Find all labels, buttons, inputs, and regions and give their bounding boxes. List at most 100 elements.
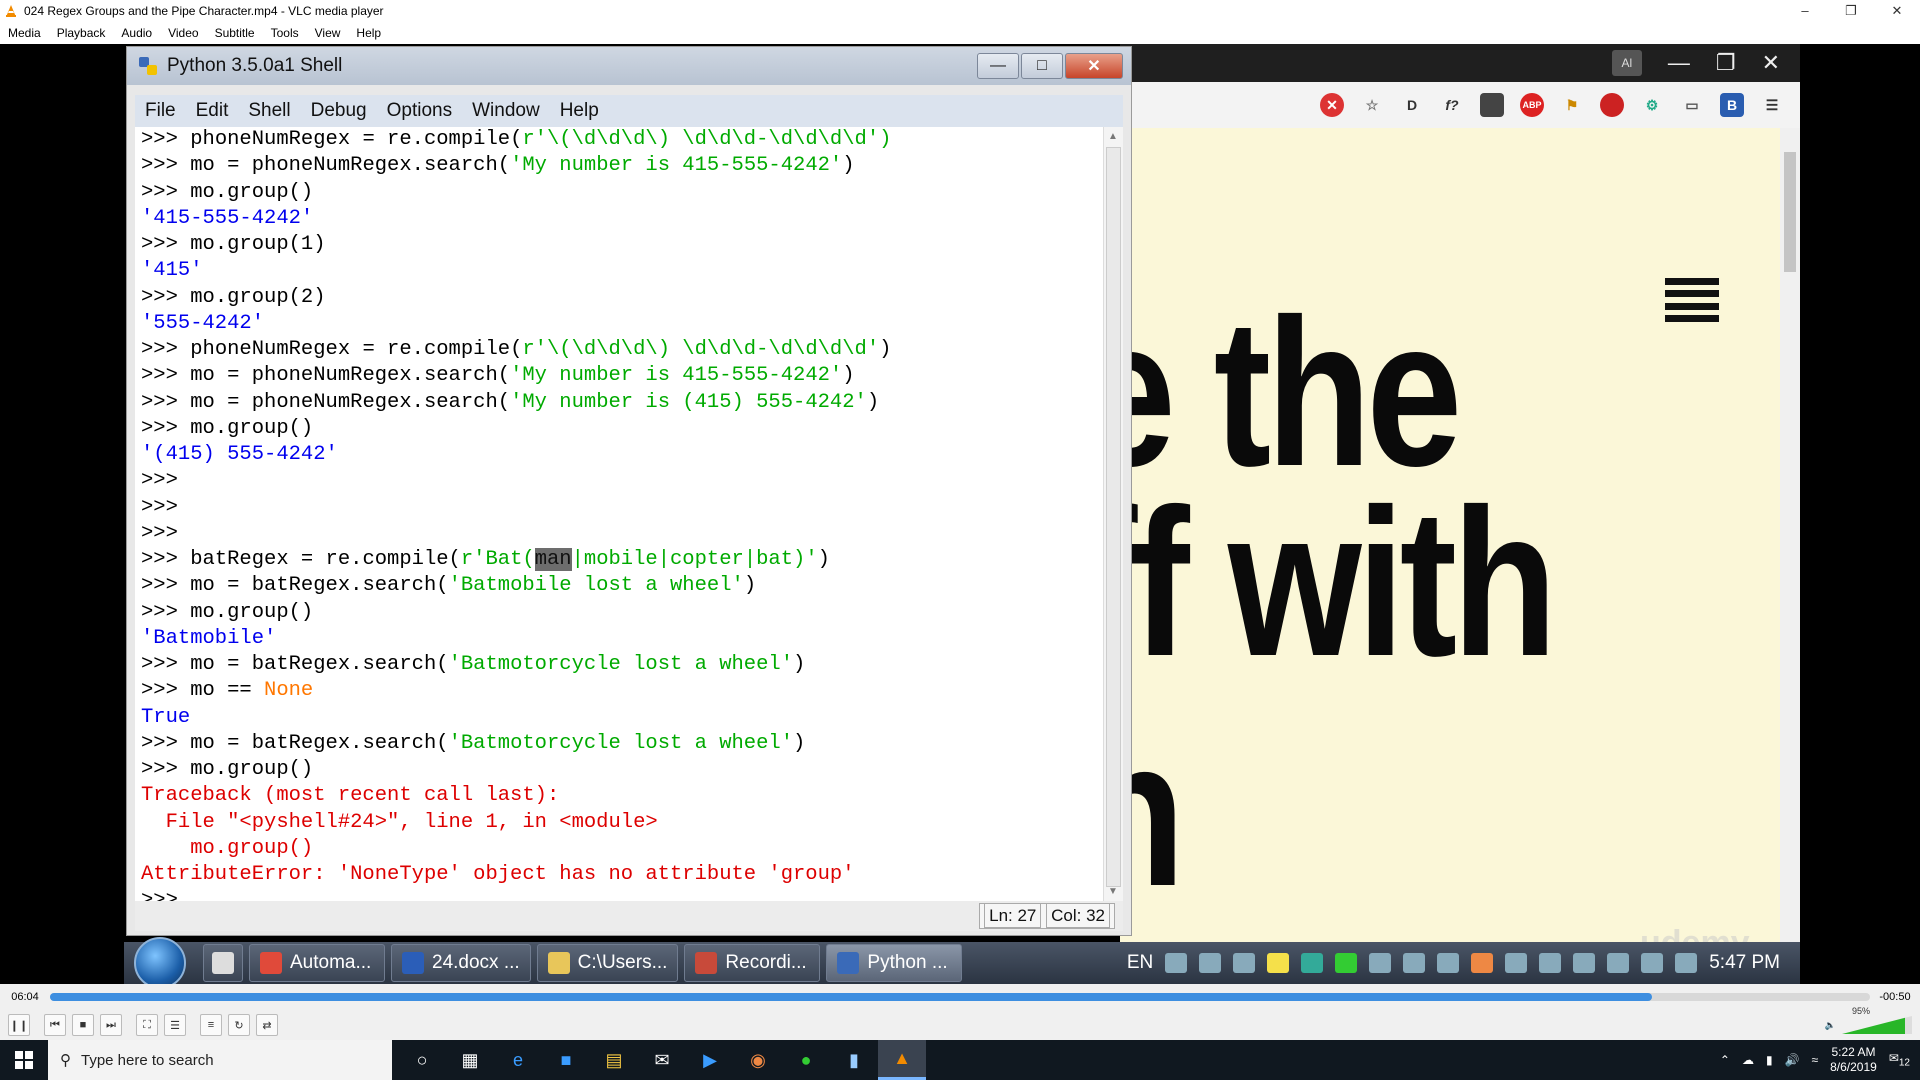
volume-slider[interactable]: [1842, 1016, 1912, 1034]
minimize-button[interactable]: –: [1782, 3, 1828, 19]
shell-line: >>> mo = batRegex.search('Batmotorcycle …: [141, 653, 806, 676]
shell-line: AttributeError: 'NoneType' object has no…: [141, 863, 855, 886]
shell-editor[interactable]: >>> phoneNumRegex = re.compile(r'\(\d\d\…: [135, 127, 1103, 901]
idle-menu-bar: File Edit Shell Debug Options Window Hel…: [135, 95, 1123, 127]
shell-line: >>> mo.group(1): [141, 233, 326, 256]
previous-button[interactable]: ⏮: [44, 1014, 66, 1036]
profile-avatar: Al: [1611, 50, 1642, 76]
shell-line: >>>: [141, 495, 178, 519]
adblock-icon: ABP: [1520, 93, 1544, 117]
stop-icon: ✕: [1320, 93, 1344, 117]
shell-line: '555-4242': [141, 311, 265, 335]
store-icon[interactable]: ■: [542, 1040, 590, 1080]
vlc-taskbar-icon[interactable]: ▲: [878, 1040, 926, 1080]
idle-title-bar: Python 3.5.0a1 Shell — □ ✕: [127, 47, 1131, 85]
idle-menu-window[interactable]: Window: [462, 100, 550, 122]
recorder-icon: [695, 952, 718, 974]
chrome-icon[interactable]: ◉: [734, 1040, 782, 1080]
speaker-icon[interactable]: 🔊: [1785, 1053, 1800, 1067]
app-icon[interactable]: ▮: [830, 1040, 878, 1080]
start-button[interactable]: [0, 1040, 48, 1080]
shell-line: File "<pyshell#24>", line 1, in <module>: [141, 810, 658, 834]
idle-minimize-button[interactable]: —: [977, 53, 1019, 79]
file-explorer-icon[interactable]: ▤: [590, 1040, 638, 1080]
menu-help[interactable]: Help: [348, 26, 389, 40]
loop-button[interactable]: ↻: [228, 1014, 250, 1036]
menu-view[interactable]: View: [307, 26, 349, 40]
calculator-taskbar-icon: [203, 944, 243, 982]
stop-button[interactable]: ■: [72, 1014, 94, 1036]
idle-menu-edit[interactable]: Edit: [186, 100, 239, 122]
vlc-seek-area: 06:04 -00:50: [0, 984, 1920, 1010]
restore-button[interactable]: ❐: [1828, 3, 1874, 19]
playlist-button[interactable]: ≡: [200, 1014, 222, 1036]
battery-icon[interactable]: ▮: [1766, 1053, 1773, 1067]
extension-blue-icon: B: [1720, 93, 1744, 117]
utorrent-icon[interactable]: ●: [782, 1040, 830, 1080]
extension-gear-icon: ⚙: [1645, 96, 1659, 113]
extension-red-icon: [1600, 93, 1624, 117]
inner-task: Recordi...: [684, 944, 821, 982]
tray-icon: [1505, 953, 1528, 973]
shell-line: >>> mo == None: [141, 679, 314, 703]
seek-slider[interactable]: [50, 993, 1870, 1001]
shell-line: >>>: [141, 889, 178, 901]
vscode-icon[interactable]: ▶: [686, 1040, 734, 1080]
system-tray: ⌃ ☁ ▮ 🔊 ≈ 5:22 AM 8/6/2019 ✉12: [1720, 1045, 1920, 1075]
idle-window-title: Python 3.5.0a1 Shell: [167, 55, 343, 76]
shell-scrollbar[interactable]: ▲ ▼: [1103, 127, 1123, 901]
taskbar-search-box[interactable]: ⚲ Type here to search: [48, 1040, 392, 1080]
word-icon: [402, 952, 424, 974]
tray-icon: [1369, 953, 1392, 973]
extension-flag-icon: ⚑: [1565, 96, 1579, 113]
idle-menu-shell[interactable]: Shell: [238, 100, 300, 122]
shell-line: >>>: [141, 469, 178, 493]
cortana-icon[interactable]: ○: [398, 1040, 446, 1080]
notifications-icon[interactable]: ✉12: [1889, 1051, 1910, 1068]
shell-line: >>> phoneNumRegex = re.compile(r'\(\d\d\…: [141, 338, 892, 361]
taskbar-apps: ○ ▦ e ■ ▤ ✉ ▶ ◉ ● ▮ ▲: [398, 1040, 926, 1080]
mail-icon[interactable]: ✉: [638, 1040, 686, 1080]
wifi-icon[interactable]: ≈: [1812, 1053, 1819, 1067]
pause-button[interactable]: ❙❙: [8, 1014, 30, 1036]
idle-menu-help[interactable]: Help: [550, 100, 609, 122]
close-button[interactable]: ✕: [1874, 3, 1920, 19]
idle-close-button[interactable]: ✕: [1065, 53, 1123, 79]
extension-d-icon: D: [1406, 97, 1418, 113]
browser-window: Al — ❐ ✕ ✕ ☆ D f? ABP ⚑ ⚙ ▭ B ☰ e the ff…: [1120, 44, 1800, 984]
menu-audio[interactable]: Audio: [113, 26, 160, 40]
shuffle-button[interactable]: ⇄: [256, 1014, 278, 1036]
menu-video[interactable]: Video: [160, 26, 206, 40]
menu-playback[interactable]: Playback: [49, 26, 114, 40]
chevron-up-icon[interactable]: ⌃: [1720, 1053, 1730, 1067]
hero-text-line: ff with: [1120, 465, 1557, 700]
volume-control[interactable]: 🔈 95%: [1825, 1006, 1912, 1034]
star-icon: ☆: [1365, 96, 1379, 113]
inner-task: Python ...: [826, 944, 963, 982]
video-frame[interactable]: Al — ❐ ✕ ✕ ☆ D f? ABP ⚑ ⚙ ▭ B ☰ e the ff…: [0, 44, 1920, 984]
fullscreen-button[interactable]: ⛶: [136, 1014, 158, 1036]
menu-media[interactable]: Media: [0, 26, 49, 40]
idle-maximize-button[interactable]: □: [1021, 53, 1063, 79]
idle-shell-window: Python 3.5.0a1 Shell — □ ✕ File Edit She…: [126, 46, 1132, 936]
vlc-window-title: 024 Regex Groups and the Pipe Character.…: [24, 4, 384, 18]
chrome-icon: [260, 952, 282, 974]
extended-settings-button[interactable]: ☰: [164, 1014, 186, 1036]
idle-menu-options[interactable]: Options: [377, 100, 462, 122]
clock[interactable]: 5:22 AM 8/6/2019: [1830, 1045, 1877, 1075]
task-view-icon[interactable]: ▦: [446, 1040, 494, 1080]
idle-menu-file[interactable]: File: [135, 100, 186, 122]
edge-icon[interactable]: e: [494, 1040, 542, 1080]
onedrive-icon[interactable]: ☁: [1742, 1053, 1754, 1067]
shell-line: >>> mo = phoneNumRegex.search('My number…: [141, 364, 855, 388]
menu-tools[interactable]: Tools: [263, 26, 307, 40]
next-button[interactable]: ⏭: [100, 1014, 122, 1036]
shell-line: mo.group(): [141, 836, 314, 860]
menu-subtitle[interactable]: Subtitle: [207, 26, 263, 40]
idle-menu-debug[interactable]: Debug: [301, 100, 377, 122]
tray-icon: [1403, 953, 1426, 973]
vlc-title-bar: 024 Regex Groups and the Pipe Character.…: [0, 0, 1920, 22]
browser-close-icon: ✕: [1761, 50, 1780, 75]
browser-toolbar: ✕ ☆ D f? ABP ⚑ ⚙ ▭ B ☰: [1120, 82, 1800, 128]
language-indicator: EN: [1126, 952, 1154, 973]
